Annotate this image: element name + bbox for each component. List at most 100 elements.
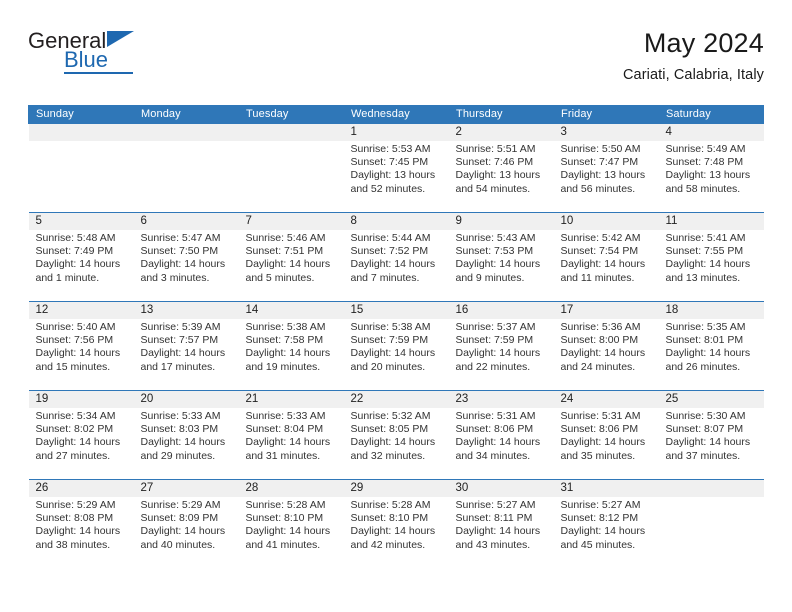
weekday-header-saturday: Saturday bbox=[658, 105, 764, 124]
calendar-cell[interactable]: 22 Sunrise: 5:32 AM Sunset: 8:05 PM Dayligh… bbox=[343, 390, 449, 480]
calendar-cell bbox=[238, 124, 344, 213]
sunset-text: Sunset: 7:56 PM bbox=[35, 334, 114, 347]
sunrise-text: Sunrise: 5:41 AM bbox=[665, 232, 746, 244]
day-number: 29 bbox=[343, 480, 449, 497]
calendar-cell[interactable]: 31 Sunrise: 5:27 AM Sunset: 8:12 PM Dayligh… bbox=[553, 479, 659, 568]
sunset-text: Sunset: 7:53 PM bbox=[455, 245, 534, 258]
daylight-text-line2: and 11 minutes. bbox=[560, 271, 635, 284]
day-number: 16 bbox=[448, 302, 554, 319]
sunrise-text: Sunrise: 5:44 AM bbox=[350, 232, 431, 244]
daylight-text-line2: and 27 minutes. bbox=[35, 449, 111, 462]
daylight-text-line1: Daylight: 14 hours bbox=[455, 347, 541, 360]
daylight-text-line1: Daylight: 14 hours bbox=[560, 347, 646, 360]
calendar-cell[interactable]: 25 Sunrise: 5:30 AM Sunset: 8:07 PM Dayligh… bbox=[658, 390, 764, 480]
day-details: Sunrise: 5:40 AM Sunset: 7:56 PM Daylight:… bbox=[29, 319, 134, 374]
day-cell: 6 Sunrise: 5:47 AM Sunset: 7:50 PM Daylight… bbox=[133, 213, 239, 301]
calendar-cell[interactable]: 28 Sunrise: 5:28 AM Sunset: 8:10 PM Dayligh… bbox=[238, 479, 344, 568]
day-number: 22 bbox=[343, 391, 449, 408]
sunset-text: Sunset: 8:11 PM bbox=[455, 512, 533, 525]
calendar-cell[interactable]: 14 Sunrise: 5:38 AM Sunset: 7:58 PM Dayligh… bbox=[238, 301, 344, 391]
calendar-cell[interactable]: 6 Sunrise: 5:47 AM Sunset: 7:50 PM Daylight… bbox=[133, 212, 239, 302]
calendar-cell[interactable]: 5 Sunrise: 5:48 AM Sunset: 7:49 PM Daylight… bbox=[28, 212, 134, 302]
calendar-cell[interactable]: 20 Sunrise: 5:33 AM Sunset: 8:03 PM Dayligh… bbox=[133, 390, 239, 480]
calendar-cell[interactable]: 15 Sunrise: 5:38 AM Sunset: 7:59 PM Dayligh… bbox=[343, 301, 449, 391]
day-cell: 8 Sunrise: 5:44 AM Sunset: 7:52 PM Daylight… bbox=[343, 213, 449, 301]
calendar-cell[interactable]: 9 Sunrise: 5:43 AM Sunset: 7:53 PM Daylight… bbox=[448, 212, 554, 302]
day-number: 1 bbox=[343, 124, 449, 141]
sunrise-text: Sunrise: 5:50 AM bbox=[560, 143, 641, 155]
day-cell: 30 Sunrise: 5:27 AM Sunset: 8:11 PM Dayligh… bbox=[448, 480, 554, 568]
day-cell: 10 Sunrise: 5:42 AM Sunset: 7:54 PM Dayligh… bbox=[553, 213, 659, 301]
calendar-cell[interactable]: 12 Sunrise: 5:40 AM Sunset: 7:56 PM Dayligh… bbox=[28, 301, 134, 391]
sunset-text: Sunset: 8:10 PM bbox=[245, 512, 324, 525]
daylight-text-line1: Daylight: 14 hours bbox=[665, 258, 751, 271]
sunset-text: Sunset: 8:10 PM bbox=[350, 512, 429, 525]
day-cell: 21 Sunrise: 5:33 AM Sunset: 8:04 PM Dayligh… bbox=[238, 391, 344, 479]
day-cell: 18 Sunrise: 5:35 AM Sunset: 8:01 PM Dayligh… bbox=[658, 302, 764, 390]
sunset-text: Sunset: 7:48 PM bbox=[665, 156, 744, 169]
calendar-cell[interactable]: 18 Sunrise: 5:35 AM Sunset: 8:01 PM Dayligh… bbox=[658, 301, 764, 391]
day-number: 28 bbox=[238, 480, 344, 497]
day-cell: 28 Sunrise: 5:28 AM Sunset: 8:10 PM Dayligh… bbox=[238, 480, 344, 568]
calendar-cell[interactable]: 13 Sunrise: 5:39 AM Sunset: 7:57 PM Dayligh… bbox=[133, 301, 239, 391]
daylight-text-line1: Daylight: 14 hours bbox=[35, 347, 121, 360]
day-number bbox=[658, 480, 764, 497]
calendar-cell[interactable]: 10 Sunrise: 5:42 AM Sunset: 7:54 PM Dayligh… bbox=[553, 212, 659, 302]
calendar-cell[interactable]: 16 Sunrise: 5:37 AM Sunset: 7:59 PM Dayligh… bbox=[448, 301, 554, 391]
weekday-header-monday: Monday bbox=[133, 105, 239, 124]
page-subtitle: Cariati, Calabria, Italy bbox=[622, 67, 764, 83]
calendar-cell[interactable]: 26 Sunrise: 5:29 AM Sunset: 8:08 PM Dayligh… bbox=[28, 479, 134, 568]
daylight-text-line2: and 5 minutes. bbox=[245, 271, 315, 284]
day-number: 9 bbox=[448, 213, 554, 230]
daylight-text-line2: and 37 minutes. bbox=[665, 449, 741, 462]
calendar-cell[interactable]: 17 Sunrise: 5:36 AM Sunset: 8:00 PM Dayligh… bbox=[553, 301, 659, 391]
calendar-cell[interactable]: 24 Sunrise: 5:31 AM Sunset: 8:06 PM Dayligh… bbox=[553, 390, 659, 480]
day-details: Sunrise: 5:33 AM Sunset: 8:03 PM Daylight:… bbox=[134, 408, 239, 463]
sunset-text: Sunset: 8:12 PM bbox=[560, 512, 639, 525]
calendar-cell[interactable]: 11 Sunrise: 5:41 AM Sunset: 7:55 PM Dayligh… bbox=[658, 212, 764, 302]
sunrise-text: Sunrise: 5:33 AM bbox=[245, 410, 326, 422]
sunrise-text: Sunrise: 5:40 AM bbox=[35, 321, 116, 333]
calendar-cell[interactable]: 30 Sunrise: 5:27 AM Sunset: 8:11 PM Dayligh… bbox=[448, 479, 554, 568]
calendar-cell[interactable]: 23 Sunrise: 5:31 AM Sunset: 8:06 PM Dayligh… bbox=[448, 390, 554, 480]
day-cell bbox=[658, 480, 764, 568]
day-details: Sunrise: 5:41 AM Sunset: 7:55 PM Daylight:… bbox=[659, 230, 764, 285]
sunset-text: Sunset: 7:50 PM bbox=[140, 245, 219, 258]
daylight-text-line1: Daylight: 14 hours bbox=[350, 436, 436, 449]
day-details: Sunrise: 5:38 AM Sunset: 7:59 PM Daylight:… bbox=[344, 319, 449, 374]
daylight-text-line2: and 31 minutes. bbox=[245, 449, 321, 462]
day-cell: 27 Sunrise: 5:29 AM Sunset: 8:09 PM Dayligh… bbox=[133, 480, 239, 568]
calendar-cell[interactable]: 21 Sunrise: 5:33 AM Sunset: 8:04 PM Dayligh… bbox=[238, 390, 344, 480]
day-number bbox=[133, 124, 239, 141]
day-number: 26 bbox=[28, 480, 134, 497]
day-cell: 13 Sunrise: 5:39 AM Sunset: 7:57 PM Dayligh… bbox=[133, 302, 239, 390]
calendar-cell[interactable]: 19 Sunrise: 5:34 AM Sunset: 8:02 PM Dayligh… bbox=[28, 390, 134, 480]
calendar-cell[interactable]: 4 Sunrise: 5:49 AM Sunset: 7:48 PM Daylight… bbox=[658, 124, 764, 213]
calendar-cell[interactable]: 8 Sunrise: 5:44 AM Sunset: 7:52 PM Daylight… bbox=[343, 212, 449, 302]
sunrise-text: Sunrise: 5:53 AM bbox=[350, 143, 431, 155]
calendar-cell[interactable]: 3 Sunrise: 5:50 AM Sunset: 7:47 PM Daylight… bbox=[553, 124, 659, 213]
daylight-text-line1: Daylight: 14 hours bbox=[455, 436, 541, 449]
day-number: 14 bbox=[238, 302, 344, 319]
daylight-text-line1: Daylight: 14 hours bbox=[245, 525, 331, 538]
calendar-cell[interactable]: 27 Sunrise: 5:29 AM Sunset: 8:09 PM Dayligh… bbox=[133, 479, 239, 568]
calendar-cell[interactable]: 7 Sunrise: 5:46 AM Sunset: 7:51 PM Daylight… bbox=[238, 212, 344, 302]
day-number: 30 bbox=[448, 480, 554, 497]
daylight-text-line1: Daylight: 14 hours bbox=[245, 347, 331, 360]
general-blue-logo[interactable]: General Blue bbox=[28, 26, 148, 78]
daylight-text-line2: and 38 minutes. bbox=[35, 538, 111, 551]
day-number: 18 bbox=[658, 302, 764, 319]
day-details: Sunrise: 5:39 AM Sunset: 7:57 PM Daylight:… bbox=[134, 319, 239, 374]
daylight-text-line2: and 41 minutes. bbox=[245, 538, 321, 551]
calendar-page: General Blue May 2024 Cariati, Calabria,… bbox=[0, 0, 792, 612]
calendar-cell[interactable]: 29 Sunrise: 5:28 AM Sunset: 8:10 PM Dayligh… bbox=[343, 479, 449, 568]
day-cell: 1 Sunrise: 5:53 AM Sunset: 7:45 PM Daylight… bbox=[343, 124, 449, 212]
calendar-cell[interactable]: 2 Sunrise: 5:51 AM Sunset: 7:46 PM Daylight… bbox=[448, 124, 554, 213]
calendar-cell[interactable]: 1 Sunrise: 5:53 AM Sunset: 7:45 PM Daylight… bbox=[343, 124, 449, 213]
daylight-text-line2: and 19 minutes. bbox=[245, 360, 321, 373]
sunset-text: Sunset: 8:07 PM bbox=[665, 423, 744, 436]
day-details: Sunrise: 5:33 AM Sunset: 8:04 PM Daylight:… bbox=[239, 408, 344, 463]
daylight-text-line1: Daylight: 14 hours bbox=[35, 436, 121, 449]
sunrise-text: Sunrise: 5:47 AM bbox=[140, 232, 221, 244]
calendar-cell bbox=[28, 124, 134, 213]
